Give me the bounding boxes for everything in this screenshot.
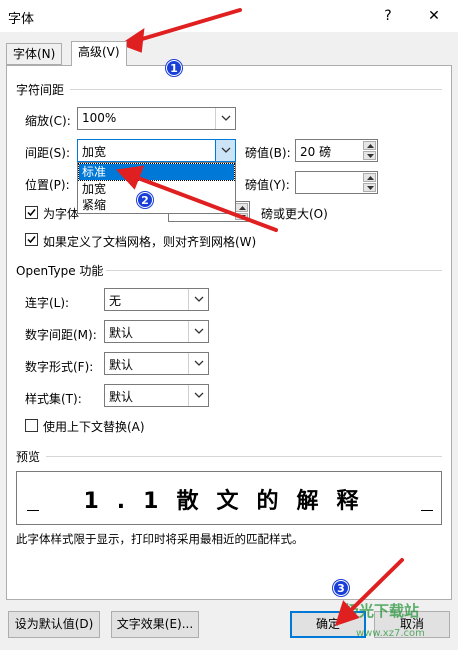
annotation-badge-2: 2 bbox=[137, 192, 153, 208]
preview-text: 1.1散文的解释 bbox=[83, 489, 377, 514]
kerning-label: 为字体 bbox=[43, 207, 80, 221]
num-form-value: 默认 bbox=[109, 358, 134, 372]
window-title: 字体 bbox=[8, 12, 35, 27]
help-icon: ? bbox=[384, 8, 392, 24]
spacing-label: 间距(S): bbox=[25, 146, 71, 160]
divider bbox=[46, 456, 442, 457]
set-default-button[interactable]: 设为默认值(D) bbox=[8, 611, 100, 638]
position-label: 位置(P): bbox=[25, 178, 70, 192]
style-set-select[interactable]: 默认 bbox=[104, 384, 209, 407]
preview-title: 预览 bbox=[16, 450, 41, 464]
tab-advanced[interactable]: 高级(V) bbox=[71, 41, 127, 66]
grid-label: 如果定义了文档网格，则对齐到网格(W) bbox=[43, 235, 257, 249]
preview-box: 1.1散文的解释 bbox=[16, 471, 442, 525]
chevron-down-icon bbox=[188, 353, 208, 374]
num-spacing-label: 数字间距(M): bbox=[25, 328, 97, 342]
divider bbox=[106, 270, 442, 271]
kerning-suffix-label: 磅或更大(O) bbox=[261, 207, 328, 221]
watermark-url: www.xz7.com bbox=[356, 628, 425, 639]
annotation-badge-1: 1 bbox=[166, 60, 182, 76]
scale-label: 缩放(C): bbox=[25, 114, 71, 128]
ligatures-label: 连字(L): bbox=[25, 296, 70, 310]
dropdown-option-standard[interactable]: 标准 bbox=[78, 163, 235, 181]
num-form-select[interactable]: 默认 bbox=[104, 352, 209, 375]
spin-up-button[interactable] bbox=[363, 173, 376, 182]
num-spacing-select[interactable]: 默认 bbox=[104, 320, 209, 343]
grid-checkbox[interactable] bbox=[25, 233, 38, 246]
char-spacing-title: 字符间距 bbox=[16, 83, 65, 97]
position-pt-spinner[interactable] bbox=[295, 171, 378, 194]
watermark-brand: 极光下载站 bbox=[344, 602, 420, 620]
preview-note: 此字体样式限于显示，打印时将采用最相近的匹配样式。 bbox=[16, 532, 304, 546]
style-set-label: 样式集(T): bbox=[25, 392, 82, 406]
spacing-dropdown-list: 标准 加宽 紧缩 bbox=[77, 162, 236, 214]
text-effects-button[interactable]: 文字效果(E)... bbox=[111, 611, 199, 638]
num-form-label: 数字形式(F): bbox=[25, 360, 94, 374]
spacing-select[interactable]: 加宽 bbox=[77, 139, 236, 162]
spin-down-button[interactable] bbox=[235, 213, 248, 220]
chevron-down-icon bbox=[215, 140, 235, 161]
help-button[interactable]: ? bbox=[374, 4, 402, 28]
spin-down-button[interactable] bbox=[363, 183, 376, 192]
preview-baseline-right bbox=[421, 510, 433, 511]
kerning-checkbox[interactable] bbox=[25, 206, 38, 219]
spin-down-button[interactable] bbox=[363, 151, 376, 160]
chevron-down-icon bbox=[215, 108, 235, 129]
dropdown-option-expanded[interactable]: 加宽 bbox=[79, 181, 234, 197]
chevron-down-icon bbox=[188, 385, 208, 406]
num-spacing-value: 默认 bbox=[109, 326, 134, 340]
dropdown-option-condensed[interactable]: 紧缩 bbox=[79, 197, 234, 213]
divider bbox=[70, 89, 442, 90]
scale-select[interactable]: 100% bbox=[77, 107, 236, 130]
style-set-value: 默认 bbox=[109, 390, 134, 404]
contextual-checkbox[interactable] bbox=[25, 419, 38, 432]
spacing-pt-label: 磅值(B): bbox=[245, 146, 291, 160]
close-icon: ✕ bbox=[428, 8, 440, 24]
ligatures-value: 无 bbox=[109, 294, 122, 308]
spacing-pt-spinner[interactable]: 20 磅 bbox=[295, 139, 378, 162]
spacing-pt-value: 20 磅 bbox=[300, 145, 332, 159]
close-button[interactable]: ✕ bbox=[420, 4, 448, 28]
spacing-value: 加宽 bbox=[82, 145, 107, 159]
ligatures-select[interactable]: 无 bbox=[104, 288, 209, 311]
chevron-down-icon bbox=[188, 321, 208, 342]
contextual-label: 使用上下文替换(A) bbox=[43, 420, 145, 434]
tab-font[interactable]: 字体(N) bbox=[6, 43, 63, 65]
chevron-down-icon bbox=[188, 289, 208, 310]
opentype-title: OpenType 功能 bbox=[16, 264, 104, 278]
scale-value: 100% bbox=[82, 111, 117, 125]
spin-up-button[interactable] bbox=[363, 141, 376, 150]
tab-strip bbox=[0, 32, 458, 65]
position-pt-label: 磅值(Y): bbox=[245, 178, 290, 192]
spin-up-button[interactable] bbox=[235, 203, 248, 212]
annotation-badge-3: 3 bbox=[333, 580, 349, 596]
